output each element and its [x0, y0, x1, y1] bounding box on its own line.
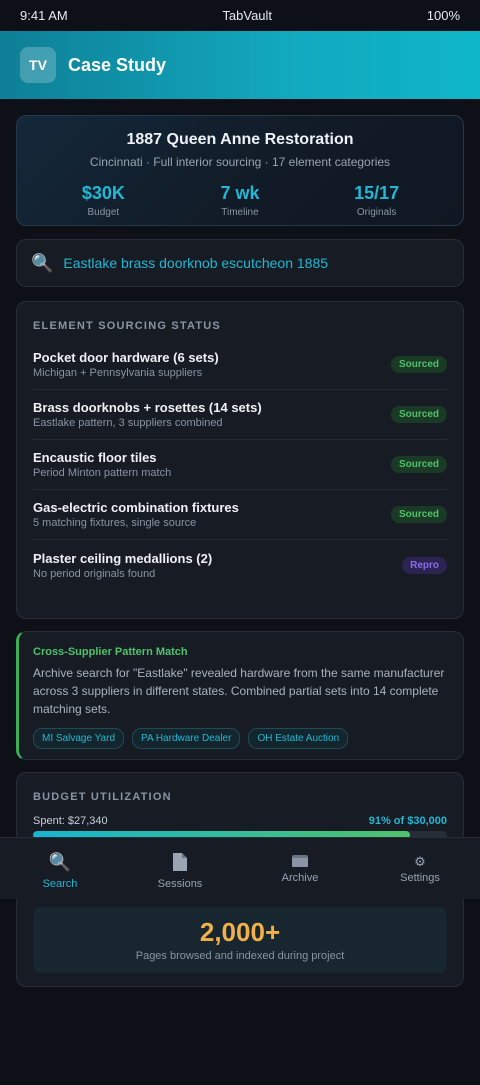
stat-value: 7 wk	[220, 183, 260, 203]
nav-item-sessions[interactable]: Sessions	[120, 838, 240, 899]
project-title: 1887 Queen Anne Restoration	[126, 131, 354, 148]
list-item[interactable]: Plaster ceiling medallions (2) No period…	[33, 540, 447, 590]
search-query[interactable]: Eastlake brass doorknob escutcheon 1885	[63, 255, 328, 271]
nav-label: Archive	[281, 872, 319, 884]
pages-stat-box: 2,000+ Pages browsed and indexed during …	[33, 907, 447, 973]
item-detail: Eastlake pattern, 3 suppliers combined	[33, 417, 223, 429]
stat-label: Timeline	[221, 207, 259, 218]
status-battery: 100%	[426, 8, 460, 23]
nav-item-search[interactable]: 🔍 Search	[0, 838, 120, 899]
archive-icon	[291, 852, 309, 868]
item-name: Plaster ceiling medallions (2)	[33, 550, 213, 566]
item-name: Pocket door hardware (6 sets)	[33, 350, 219, 365]
item-name: Gas-electric combination fixtures	[33, 500, 239, 515]
search-icon: 🔍	[48, 852, 72, 872]
document-icon	[171, 852, 189, 874]
stat-label: Originals	[356, 207, 397, 218]
status-bar: 9:41 AM TabVault 100%	[0, 0, 480, 31]
bottom-nav: 🔍 Search Sessions Archive ⚙ Settings	[0, 837, 480, 899]
pages-value: 2,000+	[199, 917, 281, 947]
nav-item-archive[interactable]: Archive	[240, 838, 360, 899]
stat-originals: 15/17 Originals	[322, 183, 432, 218]
stat-label: Budget	[87, 207, 120, 218]
page-title: Case Study	[68, 54, 167, 75]
supplier-chip[interactable]: OH Estate Auction	[248, 728, 349, 749]
stat-timeline: 7 wk Timeline	[185, 183, 295, 218]
status-time: 9:41 AM	[20, 8, 68, 23]
search-icon: 🔍	[31, 252, 54, 273]
list-item[interactable]: Brass doorknobs + rosettes (14 sets) Eas…	[33, 390, 447, 440]
status-app-name: TabVault	[222, 8, 273, 23]
nav-label: Search	[42, 878, 78, 890]
app-header: TV Case Study	[0, 31, 480, 99]
budget-line: Spent: $27,340 91% of $30,000	[33, 815, 447, 827]
list-item[interactable]: Pocket door hardware (6 sets) Michigan +…	[33, 340, 447, 390]
pages-label: Pages browsed and indexed during project	[135, 950, 345, 962]
section-title: ELEMENT SOURCING STATUS	[33, 320, 221, 332]
search-input[interactable]: 🔍 Eastlake brass doorknob escutcheon 188…	[16, 239, 464, 287]
item-detail: No period originals found	[33, 567, 156, 580]
insight-body: Archive search for "Eastlake" revealed h…	[33, 666, 445, 716]
app-logo[interactable]: TV	[20, 47, 56, 83]
supplier-chip[interactable]: PA Hardware Dealer	[132, 728, 241, 749]
gear-icon: ⚙	[414, 854, 426, 869]
item-detail: 5 matching fixtures, single source	[33, 517, 197, 529]
supplier-chips: MI Salvage Yard PA Hardware Dealer OH Es…	[33, 728, 447, 749]
stat-budget: $30K Budget	[48, 183, 158, 218]
list-item[interactable]: Encaustic floor tiles Period Minton patt…	[33, 440, 447, 490]
status-badge: Sourced	[390, 406, 447, 423]
list-item[interactable]: Gas-electric combination fixtures 5 matc…	[33, 490, 447, 540]
item-detail: Michigan + Pennsylvania suppliers	[33, 367, 203, 379]
nav-item-settings[interactable]: ⚙ Settings	[360, 838, 480, 899]
project-stats: $30K Budget 7 wk Timeline 15/17 Original…	[17, 183, 463, 218]
insight-title: Cross-Supplier Pattern Match	[33, 646, 188, 658]
supplier-chip[interactable]: MI Salvage Yard	[33, 728, 125, 749]
status-badge: Sourced	[390, 356, 447, 373]
status-badge: Sourced	[390, 456, 447, 473]
item-name: Brass doorknobs + rosettes (14 sets)	[33, 400, 262, 415]
budget-percent: 91% of $30,000	[368, 815, 447, 827]
stat-value: $30K	[81, 183, 125, 203]
status-badge: Repro	[402, 556, 447, 574]
nav-label: Settings	[400, 872, 440, 884]
stat-value: 15/17	[354, 183, 400, 203]
sourcing-list: Pocket door hardware (6 sets) Michigan +…	[33, 340, 447, 590]
status-badge: Sourced	[390, 506, 447, 523]
section-title: BUDGET UTILIZATION	[33, 791, 172, 803]
item-name: Encaustic floor tiles	[33, 450, 157, 465]
insight-card: Cross-Supplier Pattern Match Archive sea…	[16, 631, 464, 760]
sourcing-status-card: ELEMENT SOURCING STATUS Pocket door hard…	[16, 301, 464, 619]
item-detail: Period Minton pattern match	[33, 467, 172, 479]
project-summary-card: 1887 Queen Anne Restoration Cincinnati ·…	[16, 115, 464, 226]
budget-spent: Spent: $27,340	[33, 815, 108, 827]
project-subtitle: Cincinnati · Full interior sourcing · 17…	[89, 155, 391, 169]
nav-label: Sessions	[157, 878, 203, 890]
